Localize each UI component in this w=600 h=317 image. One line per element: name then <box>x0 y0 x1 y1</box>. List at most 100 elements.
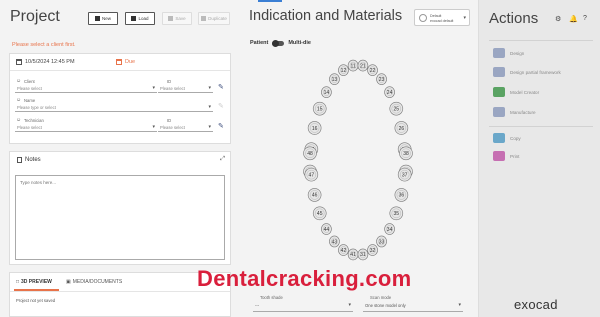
tooth-31[interactable]: 31 <box>357 248 369 261</box>
tab-media-documents[interactable]: ▣ MEDIA/DOCUMENTS <box>66 279 122 285</box>
tooth-13[interactable]: 13 <box>329 73 340 85</box>
tooth-label: 34 <box>387 227 393 233</box>
tooth-24[interactable]: 24 <box>384 86 395 98</box>
tooth-34[interactable]: 34 <box>384 223 395 235</box>
tooth-label: 37 <box>402 172 408 178</box>
tooth-11[interactable]: 11 <box>347 59 359 72</box>
client-id-field[interactable]: ID Please select ▾ <box>158 79 213 93</box>
cube-icon: □ <box>16 279 20 285</box>
chevron-down-icon: ▾ <box>208 85 211 91</box>
technician-id-field[interactable]: ID Please select ▾ <box>158 118 213 132</box>
tooth-45[interactable]: 45 <box>312 206 327 221</box>
tab-3d-preview[interactable]: □ 3D PREVIEW <box>16 279 52 285</box>
tooth-label: 14 <box>324 90 330 96</box>
new-button[interactable]: New <box>88 12 118 25</box>
tooth-label: 13 <box>332 77 338 83</box>
client-placeholder: Please select <box>17 86 42 91</box>
action-copy[interactable]: Copy <box>493 133 521 143</box>
person-icon: ☺ <box>16 97 22 103</box>
client-field[interactable]: ☺ Client Please select ▾ <box>15 78 157 93</box>
tooth-48[interactable]: 48 <box>303 146 317 161</box>
notification-bell-icon[interactable]: 🔔 <box>569 15 578 23</box>
tooth-21[interactable]: 21 <box>357 59 369 72</box>
scan-mode-select[interactable]: Scan mode One stone model only ▾ <box>363 295 463 312</box>
tooth-32[interactable]: 32 <box>367 244 378 256</box>
date-value: 10/5/2024 12:45 PM <box>25 59 75 65</box>
help-icon[interactable]: ? <box>583 15 587 22</box>
technician-id-label: ID <box>167 118 172 123</box>
tooth-38[interactable]: 38 <box>399 146 413 161</box>
notes-card: Notes ⤢ <box>9 151 231 265</box>
action-manufacture[interactable]: Manufacture <box>493 107 536 117</box>
load-button[interactable]: Load <box>125 12 155 25</box>
tooth-46[interactable]: 46 <box>307 188 322 202</box>
tooth-label: 48 <box>307 151 313 157</box>
action-partial-label: Design partial framework <box>510 69 561 75</box>
due-date-picker[interactable]: Due <box>116 59 135 65</box>
expand-icon[interactable]: ⤢ <box>220 156 225 163</box>
tooth-label: 16 <box>312 126 318 132</box>
action-print-label: Print <box>510 153 520 159</box>
client-label: Client <box>24 79 35 84</box>
tooth-42[interactable]: 42 <box>338 244 349 256</box>
save-button-label: Save <box>175 16 186 21</box>
tooth-label: 22 <box>370 68 376 74</box>
duplicate-button-label: Duplicate <box>208 16 227 21</box>
client-id-placeholder: Please select <box>160 86 185 91</box>
tooth-44[interactable]: 44 <box>321 223 332 235</box>
date-display[interactable]: 10/5/2024 12:45 PM <box>16 59 75 65</box>
new-icon <box>94 16 100 21</box>
edit-client-icon[interactable]: ✎ <box>218 83 224 91</box>
tooth-16[interactable]: 16 <box>307 121 322 135</box>
tooth-43[interactable]: 43 <box>329 235 340 248</box>
notes-title: Notes <box>25 157 41 163</box>
divider <box>10 70 230 71</box>
tooth-shade-select[interactable]: Tooth shade --- ▾ <box>253 295 353 312</box>
tooth-47[interactable]: 47 <box>304 167 319 182</box>
edit-name-icon[interactable]: ✎ <box>218 102 224 110</box>
tooth-label: 33 <box>379 239 385 245</box>
save-button[interactable]: Save <box>162 12 192 25</box>
tooth-36[interactable]: 36 <box>394 188 409 202</box>
design-icon <box>493 48 505 58</box>
tooth-22[interactable]: 22 <box>367 64 378 76</box>
tooth-25[interactable]: 25 <box>389 101 404 116</box>
tab-media-documents-label: MEDIA/DOCUMENTS <box>72 279 123 285</box>
tooth-label: 11 <box>350 63 355 69</box>
tooth-label: 12 <box>341 68 347 74</box>
tooth-label: 38 <box>403 151 409 157</box>
notes-input[interactable] <box>15 175 225 260</box>
chevron-down-icon: ▾ <box>208 124 211 130</box>
due-calendar-icon <box>116 59 122 65</box>
tooth-26[interactable]: 26 <box>394 121 409 135</box>
tooth-35[interactable]: 35 <box>389 206 404 221</box>
chevron-down-icon: ▾ <box>348 302 351 308</box>
watermark-text: Dentalcracking.com <box>197 266 412 291</box>
tooth-label: 15 <box>317 106 323 112</box>
action-design-partial-framework[interactable]: Design partial framework <box>493 67 561 77</box>
tooth-12[interactable]: 12 <box>338 64 349 76</box>
duplicate-button[interactable]: Duplicate <box>198 12 230 25</box>
edit-technician-icon[interactable]: ✎ <box>218 122 224 130</box>
tooth-37[interactable]: 37 <box>397 167 412 182</box>
load-button-label: Load <box>138 16 149 21</box>
tooth-14[interactable]: 14 <box>321 86 332 98</box>
name-field[interactable]: ☺ Name Please type or select ▾ <box>15 97 213 112</box>
action-model-creator[interactable]: Model Creator <box>493 87 539 97</box>
media-icon: ▣ <box>66 279 71 285</box>
tooth-23[interactable]: 23 <box>376 73 387 85</box>
tooth-33[interactable]: 33 <box>376 235 387 248</box>
tooth-shade-label: Tooth shade <box>260 295 283 300</box>
action-design[interactable]: Design <box>493 48 524 58</box>
tooth-41[interactable]: 41 <box>347 248 359 261</box>
settings-icon[interactable]: ⚙ <box>555 15 561 23</box>
action-print[interactable]: Print <box>493 151 519 161</box>
action-design-label: Design <box>510 50 525 56</box>
tooth-label: 21 <box>360 63 366 69</box>
chevron-down-icon: ▾ <box>208 104 211 110</box>
name-label: Name <box>24 98 36 103</box>
load-icon <box>131 16 137 21</box>
technician-label: Technician <box>24 118 44 123</box>
technician-field[interactable]: ☺ Technician Please select ▾ <box>15 117 157 132</box>
tooth-15[interactable]: 15 <box>312 101 327 116</box>
